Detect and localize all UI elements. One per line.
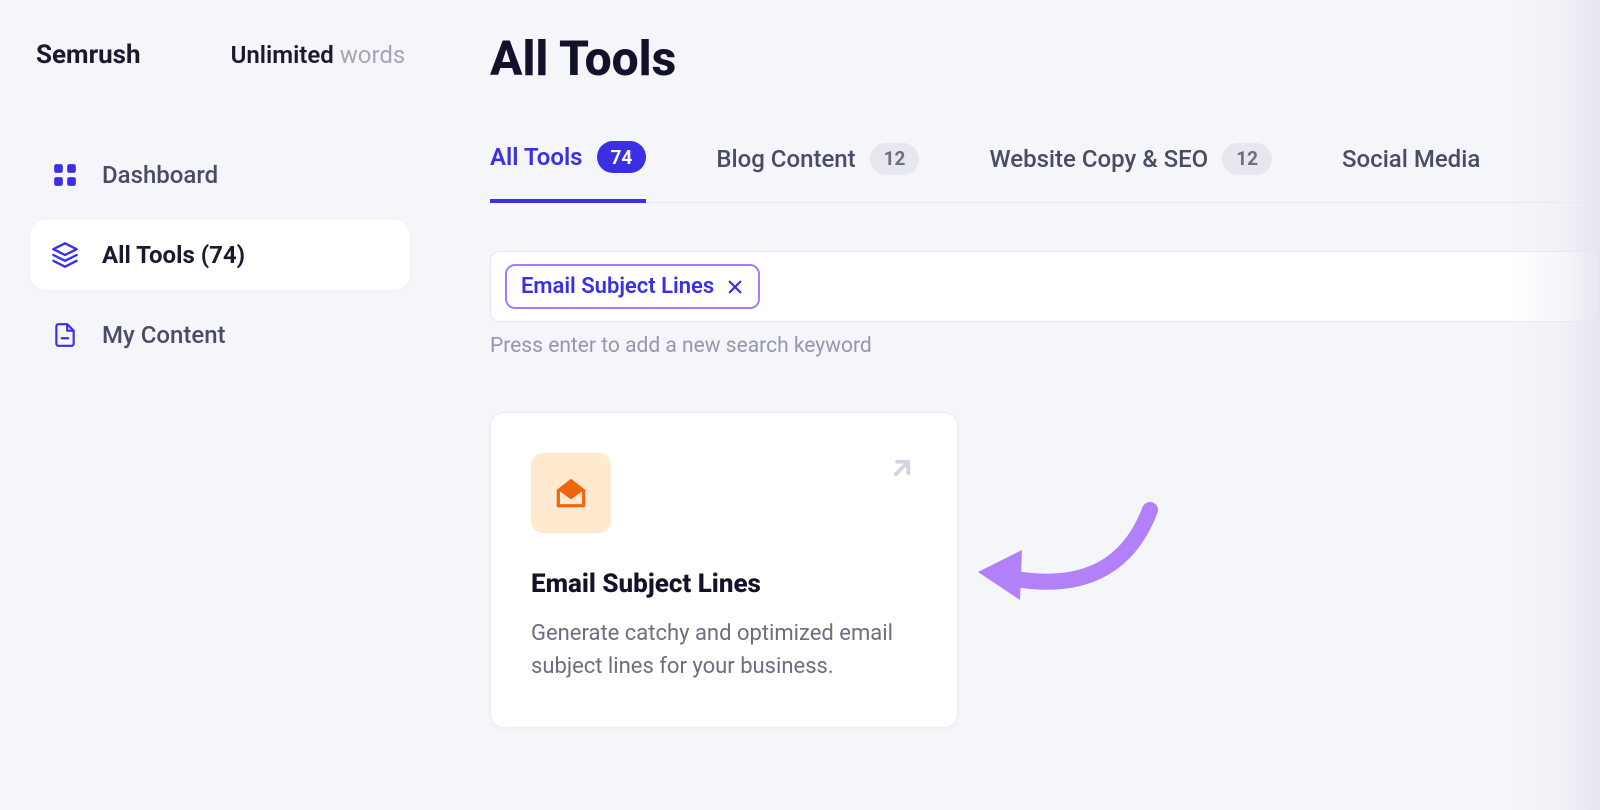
tab-website-copy-seo[interactable]: Website Copy & SEO 12: [989, 143, 1272, 201]
search-hint: Press enter to add a new search keyword: [490, 334, 1600, 358]
page-title: All Tools: [490, 30, 1600, 87]
tab-label: Website Copy & SEO: [989, 145, 1208, 173]
tab-label: Blog Content: [716, 145, 855, 173]
search-chip-text: Email Subject Lines: [521, 274, 714, 299]
plan-suffix: words: [334, 41, 406, 69]
grid-icon: [50, 160, 80, 190]
card-title: Email Subject Lines: [531, 569, 917, 599]
sidebar-item-label: My Content: [102, 321, 226, 349]
close-icon[interactable]: [726, 278, 744, 296]
tab-all-tools[interactable]: All Tools 74: [490, 141, 646, 203]
tabs: All Tools 74 Blog Content 12 Website Cop…: [490, 141, 1600, 203]
sidebar-nav: Dashboard All Tools (74) My Content: [30, 140, 410, 370]
tab-label: All Tools: [490, 143, 583, 171]
layers-icon: [50, 240, 80, 270]
main-content: All Tools All Tools 74 Blog Content 12 W…: [430, 0, 1600, 810]
tool-card-email-subject-lines[interactable]: Email Subject Lines Generate catchy and …: [490, 412, 958, 728]
file-icon: [50, 320, 80, 350]
sidebar-item-my-content[interactable]: My Content: [30, 300, 410, 370]
tab-social-media[interactable]: Social Media: [1342, 145, 1480, 199]
tab-count-badge: 12: [870, 143, 920, 175]
tab-label: Social Media: [1342, 145, 1480, 173]
tab-count-badge: 12: [1222, 143, 1272, 175]
sidebar-item-label: All Tools (74): [102, 241, 245, 269]
tab-blog-content[interactable]: Blog Content 12: [716, 143, 919, 201]
card-header: [531, 453, 917, 533]
card-description: Generate catchy and optimized email subj…: [531, 617, 917, 683]
tab-count-badge: 74: [597, 141, 647, 173]
search-input[interactable]: Email Subject Lines: [490, 251, 1600, 322]
sidebar: Semrush Unlimited words Dashboard All To…: [0, 0, 430, 810]
sidebar-item-label: Dashboard: [102, 161, 218, 189]
arrow-up-right-icon: [887, 453, 917, 487]
plan-indicator: Unlimited words: [231, 41, 406, 69]
sidebar-item-all-tools[interactable]: All Tools (74): [30, 220, 410, 290]
brand-row: Semrush Unlimited words: [30, 40, 410, 70]
search-chip: Email Subject Lines: [505, 264, 760, 309]
envelope-icon: [531, 453, 611, 533]
sidebar-item-dashboard[interactable]: Dashboard: [30, 140, 410, 210]
plan-label: Unlimited: [231, 41, 334, 69]
brand-logo: Semrush: [36, 40, 141, 70]
